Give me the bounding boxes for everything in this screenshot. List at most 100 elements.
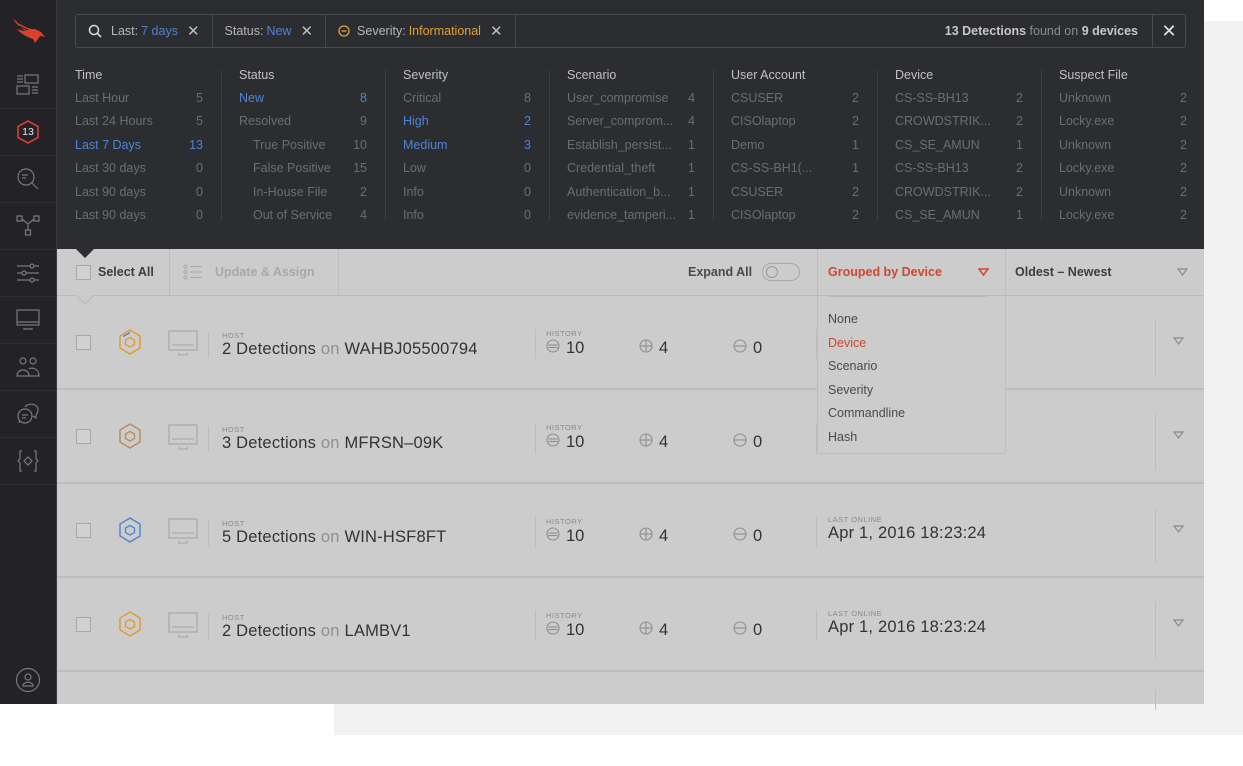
expand-row-chevron-icon[interactable]	[1173, 619, 1184, 627]
facet-option[interactable]: Last 30 days 0	[75, 161, 203, 184]
facet-option[interactable]: User_compromise 4	[567, 91, 695, 114]
facet-option[interactable]: Critical 8	[403, 91, 531, 114]
remove-chip-icon[interactable]: ✕	[300, 22, 313, 40]
facet-option-label: Last 24 Hours	[75, 114, 153, 129]
expand-row-chevron-icon[interactable]	[1173, 431, 1184, 439]
facet-option-count: 9	[360, 114, 367, 129]
group-by-option-commandline[interactable]: Commandline	[828, 406, 905, 420]
detection-row[interactable]: HOST 3 Detections on MFRSN–09K HISTORY 1…	[57, 390, 1204, 484]
row-checkbox[interactable]	[76, 523, 91, 538]
filter-chip-time[interactable]: Last: 7 days ✕	[76, 15, 213, 47]
facet-option[interactable]: CSUSER 2	[731, 91, 859, 114]
facet-option[interactable]: Unknown 2	[1059, 91, 1187, 114]
facet-option[interactable]: CROWDSTRIK... 2	[895, 114, 1023, 137]
row-checkbox[interactable]	[76, 429, 91, 444]
facet-option[interactable]: Info 0	[403, 208, 531, 231]
facet-option[interactable]: Locky.exe 2	[1059, 208, 1187, 231]
facet-option[interactable]: New 8	[239, 91, 367, 114]
facet-option[interactable]: Credential_theft 1	[567, 161, 695, 184]
close-filter-button[interactable]: ✕	[1152, 15, 1185, 47]
sidebar-item-investigate[interactable]	[0, 156, 56, 203]
facet-option[interactable]: Last Hour 5	[75, 91, 203, 114]
select-all-control[interactable]: Select All	[57, 249, 170, 295]
user-profile-icon	[15, 667, 41, 693]
host-label: HOST	[222, 519, 245, 528]
sidebar-profile[interactable]	[0, 660, 56, 700]
host-connector: on	[320, 434, 340, 452]
expand-row-chevron-icon[interactable]	[1173, 525, 1184, 533]
facet-title: Status	[239, 68, 275, 82]
facet-option-count: 4	[688, 114, 695, 129]
update-assign-button[interactable]: Update & Assign	[170, 249, 339, 295]
expand-all-control[interactable]: Expand All	[688, 249, 801, 295]
remove-chip-icon[interactable]: ✕	[490, 22, 503, 40]
host-summary[interactable]: 3 Detections on MFRSN–09K	[222, 434, 443, 453]
hosts-monitor-icon	[16, 309, 40, 330]
facet-option[interactable]: Low 0	[403, 161, 531, 184]
facet-option[interactable]: CISOlaptop 2	[731, 114, 859, 137]
host-summary[interactable]: 2 Detections on WAHBJ05500794	[222, 340, 478, 359]
detection-row[interactable]: HOST 2 Detections on LAMBV1 HISTORY 10 4…	[57, 578, 1204, 672]
sidebar-item-network[interactable]	[0, 203, 56, 250]
facet-option[interactable]: Establish_persist... 1	[567, 138, 695, 161]
filter-search-bar[interactable]: Last: 7 days ✕ Status: New ✕ Severity: I…	[75, 14, 1186, 48]
facet-option[interactable]: Locky.exe 2	[1059, 114, 1187, 137]
facet-option[interactable]: In-House File 2	[239, 185, 367, 208]
facet-option[interactable]: Info 0	[403, 185, 531, 208]
detection-row[interactable]: HOST 5 Detections on WIN-HSF8FT HISTORY …	[57, 484, 1204, 578]
facet-option[interactable]: CROWDSTRIK... 2	[895, 185, 1023, 208]
facet-option[interactable]: Resolved 9	[239, 114, 367, 137]
detections-count: 2 Detections	[222, 340, 317, 358]
facet-option[interactable]: CS-SS-BH13 2	[895, 91, 1023, 114]
facet-option[interactable]: CS-SS-BH13 2	[895, 161, 1023, 184]
facet-option[interactable]: CISOlaptop 2	[731, 208, 859, 231]
facet-option[interactable]: CS-SS-BH1(... 1	[731, 161, 859, 184]
select-all-checkbox[interactable]	[76, 264, 91, 280]
facet-option[interactable]: Unknown 2	[1059, 185, 1187, 208]
facet-option[interactable]: Demo 1	[731, 138, 859, 161]
sidebar-item-messages[interactable]	[0, 391, 56, 438]
detection-row[interactable]: HOST 2 Detections on WAHBJ05500794 HISTO…	[57, 296, 1204, 390]
facet-option[interactable]: CS_SE_AMUN 1	[895, 208, 1023, 231]
remove-chip-icon[interactable]: ✕	[187, 22, 200, 40]
host-summary[interactable]: 5 Detections on WIN-HSF8FT	[222, 528, 446, 547]
expand-row-chevron-icon[interactable]	[1173, 337, 1184, 345]
sidebar-item-settings[interactable]	[0, 250, 56, 297]
facet-option[interactable]: High 2	[403, 114, 531, 137]
group-by-dropdown[interactable]: Grouped by Device	[817, 249, 1006, 295]
sidebar-item-hosts[interactable]	[0, 297, 56, 344]
facet-option[interactable]: Last 24 Hours 5	[75, 114, 203, 137]
group-by-option-scenario[interactable]: Scenario	[828, 359, 877, 373]
expand-all-toggle[interactable]	[762, 263, 801, 281]
facet-option[interactable]: True Positive 10	[239, 138, 367, 161]
group-by-option-severity[interactable]: Severity	[828, 383, 873, 397]
facet-option[interactable]: Authentication_b... 1	[567, 185, 695, 208]
sidebar-item-dashboard[interactable]	[0, 62, 56, 109]
facet-option[interactable]: Out of Service 4	[239, 208, 367, 231]
falcon-logo-icon[interactable]	[0, 0, 57, 62]
facet-option[interactable]: Last 90 days 0	[75, 185, 203, 208]
facet-option[interactable]: CS_SE_AMUN 1	[895, 138, 1023, 161]
sidebar-item-api[interactable]	[0, 438, 56, 485]
filter-chip-severity[interactable]: Severity: Informational ✕	[326, 15, 516, 47]
facet-option[interactable]: Server_comprom... 4	[567, 114, 695, 137]
facet-option[interactable]: Unknown 2	[1059, 138, 1187, 161]
row-checkbox[interactable]	[76, 335, 91, 350]
facet-option[interactable]: CSUSER 2	[731, 185, 859, 208]
facet-option[interactable]: False Positive 15	[239, 161, 367, 184]
group-by-option-device[interactable]: Device	[828, 336, 866, 350]
facet-option[interactable]: evidence_tamperi... 1	[567, 208, 695, 231]
facet-option[interactable]: Last 7 Days 13	[75, 138, 203, 161]
sort-dropdown[interactable]: Oldest – Newest	[1006, 249, 1204, 295]
group-by-option-none[interactable]: None	[828, 312, 858, 326]
facet-option[interactable]: Locky.exe 2	[1059, 161, 1187, 184]
sidebar-item-users[interactable]	[0, 344, 56, 391]
sidebar-item-detections[interactable]: 13	[0, 109, 56, 156]
group-by-option-hash[interactable]: Hash	[828, 430, 857, 444]
filter-chip-status[interactable]: Status: New ✕	[213, 15, 327, 47]
row-checkbox[interactable]	[76, 617, 91, 632]
facet-option[interactable]: Last 90 days 0	[75, 208, 203, 231]
host-summary[interactable]: 2 Detections on LAMBV1	[222, 622, 411, 641]
facet-option[interactable]: Medium 3	[403, 138, 531, 161]
history-total: 10	[546, 621, 584, 640]
